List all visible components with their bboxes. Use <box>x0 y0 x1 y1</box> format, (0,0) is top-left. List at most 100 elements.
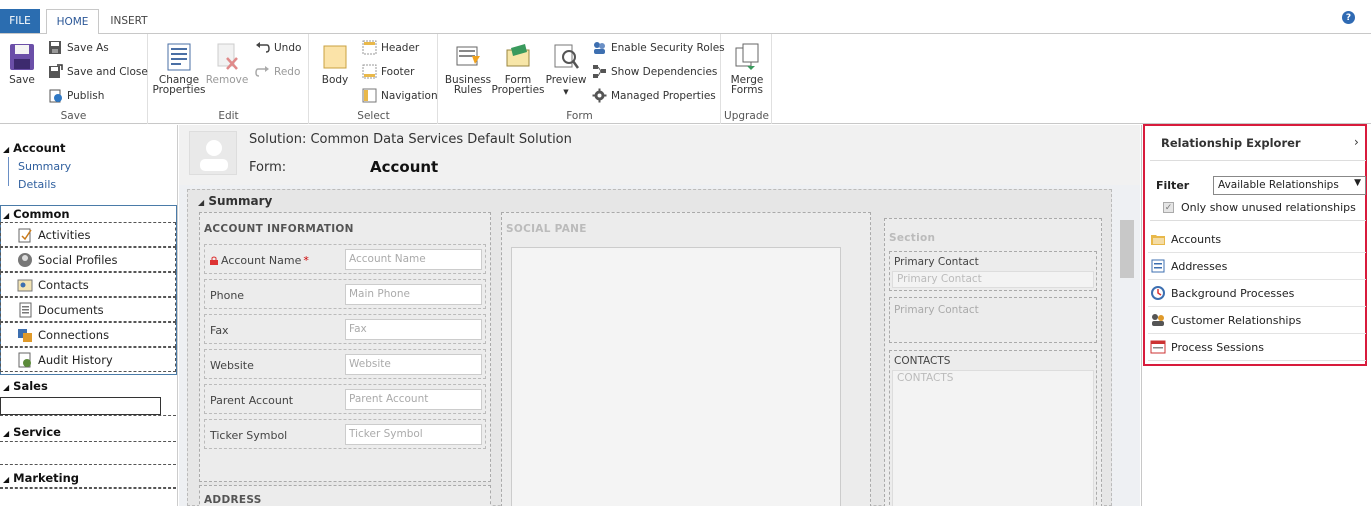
address-section[interactable]: ADDRESS <box>199 485 491 506</box>
avatar-icon <box>200 140 228 171</box>
website-input[interactable]: Website <box>345 354 482 375</box>
gear-icon <box>592 88 607 103</box>
fax-field[interactable]: Fax Fax <box>204 314 486 344</box>
form-header[interactable]: Solution: Common Data Services Default S… <box>179 125 1140 185</box>
remove-icon <box>217 43 238 70</box>
parent-account-field[interactable]: Parent Account Parent Account <box>204 384 486 414</box>
collapse-triangle-icon: ◢ <box>198 198 205 207</box>
only-unused-checkbox-row[interactable]: ✓ Only show unused relationships <box>1163 201 1356 214</box>
nav-item-label: Social Profiles <box>38 252 118 267</box>
primary-contact-label: Primary Contact <box>894 256 979 268</box>
account-name-label: Account Name <box>221 254 302 267</box>
navigation-button[interactable]: Navigation <box>362 88 438 103</box>
chevron-right-icon[interactable]: › <box>1354 135 1359 149</box>
social-pane-section[interactable]: SOCIAL PANE <box>501 212 871 506</box>
nav-common-label: Common <box>13 207 70 221</box>
form-properties-button[interactable]: Form Properties <box>491 42 545 95</box>
tab-home[interactable]: HOME <box>46 9 99 34</box>
save-as-button[interactable]: Save As <box>48 40 109 55</box>
phone-input[interactable]: Main Phone <box>345 284 482 305</box>
managed-properties-button[interactable]: Managed Properties <box>592 88 716 103</box>
relationship-item-background-processes[interactable]: Background Processes <box>1148 280 1366 307</box>
summary-tab[interactable]: ◢ Summary ACCOUNT INFORMATION Account Na… <box>187 189 1112 506</box>
help-icon[interactable]: ? <box>1342 11 1355 24</box>
redo-button[interactable]: Redo <box>255 64 300 79</box>
nav-details-link[interactable]: Details <box>18 178 56 191</box>
phone-label: Phone <box>210 289 245 302</box>
nav-common-header[interactable]: ◢ Common <box>3 207 70 221</box>
tab-file[interactable]: FILE <box>0 9 40 33</box>
business-rules-label-2: Rules <box>453 84 483 96</box>
account-name-field[interactable]: Account Name * Account Name <box>204 244 486 274</box>
merge-forms-button[interactable]: Merge Forms <box>726 42 768 95</box>
save-and-close-button[interactable]: Save and Close <box>48 64 148 79</box>
header-button[interactable]: Header <box>362 40 419 55</box>
edit-group-label: Edit <box>218 110 239 122</box>
form-canvas: Solution: Common Data Services Default S… <box>179 125 1140 506</box>
business-rules-button[interactable]: Business Rules <box>445 42 491 95</box>
show-dependencies-button[interactable]: Show Dependencies <box>592 64 717 79</box>
contact-section[interactable]: Section Primary Contact Primary Contact … <box>884 218 1102 506</box>
change-properties-button[interactable]: Change Properties <box>152 42 206 95</box>
address-title: ADDRESS <box>204 494 262 506</box>
undo-button[interactable]: Undo <box>255 40 301 55</box>
parent-account-input[interactable]: Parent Account <box>345 389 482 410</box>
primary-contact-input[interactable]: Primary Contact <box>892 271 1094 288</box>
footer-button[interactable]: Footer <box>362 64 414 79</box>
account-information-section[interactable]: ACCOUNT INFORMATION Account Name * Accoun… <box>199 212 491 482</box>
nav-item-contacts[interactable]: Contacts <box>0 272 176 297</box>
nav-account-header[interactable]: ◢ Account <box>3 141 65 155</box>
relationship-item-customer-relationships[interactable]: Customer Relationships <box>1148 307 1366 334</box>
remove-button[interactable]: Remove <box>206 42 248 85</box>
publish-label: Publish <box>67 89 105 102</box>
preview-dropdown-icon[interactable]: ▼ <box>563 87 568 97</box>
contacts-subgrid[interactable]: CONTACTS CONTACTS <box>889 350 1097 506</box>
nav-divider <box>0 443 176 465</box>
relationship-item-addresses[interactable]: Addresses <box>1148 253 1366 280</box>
filter-select[interactable]: Available Relationships ▼ <box>1213 176 1366 195</box>
nav-summary-link[interactable]: Summary <box>18 160 71 173</box>
tab-insert[interactable]: INSERT <box>104 9 154 33</box>
nav-sales-header[interactable]: ◢ Sales <box>3 379 48 393</box>
nav-item-social-profiles[interactable]: Social Profiles <box>0 247 176 272</box>
form-editor-app: FILE HOME INSERT ? Save Save As Save and… <box>0 0 1371 506</box>
account-name-input[interactable]: Account Name <box>345 249 482 270</box>
business-rules-icon <box>456 46 480 66</box>
relationship-item-process-sessions[interactable]: Process Sessions <box>1148 334 1366 361</box>
nav-divider <box>0 394 176 416</box>
enable-security-roles-button[interactable]: Enable Security Roles <box>592 40 725 55</box>
save-group-label: Save <box>60 110 87 122</box>
summary-tab-title: ◢ Summary <box>198 194 272 208</box>
publish-button[interactable]: Publish <box>48 88 104 103</box>
parent-account-label: Parent Account <box>210 394 294 407</box>
nav-item-connections[interactable]: Connections <box>0 322 176 347</box>
body-button[interactable]: Body <box>320 42 350 85</box>
primary-contact-card-label: Primary Contact <box>894 304 979 316</box>
primary-contact-field[interactable]: Primary Contact Primary Contact <box>889 251 1097 291</box>
relationship-label: Process Sessions <box>1171 340 1264 354</box>
address-book-icon <box>1151 259 1165 273</box>
preview-button[interactable]: Preview ▼ <box>545 42 587 97</box>
ticker-symbol-input[interactable]: Ticker Symbol <box>345 424 482 445</box>
save-as-icon <box>49 41 61 54</box>
fax-input[interactable]: Fax <box>345 319 482 340</box>
phone-field[interactable]: Phone Main Phone <box>204 279 486 309</box>
field-label: Account Name * <box>210 254 309 267</box>
ribbon: Save Save As Save and Close Publish Save… <box>0 33 1371 124</box>
merge-forms-icon <box>735 43 759 70</box>
nav-item-audit-history[interactable]: Audit History <box>0 347 176 372</box>
social-pane-placeholder <box>511 247 841 506</box>
nav-item-documents[interactable]: Documents <box>0 297 176 322</box>
relationship-item-accounts[interactable]: Accounts <box>1148 226 1366 253</box>
header-label: Header <box>381 41 420 54</box>
save-as-label: Save As <box>67 41 109 54</box>
checkbox-icon[interactable]: ✓ <box>1163 202 1174 213</box>
canvas-scrollbar-thumb[interactable] <box>1120 220 1134 278</box>
section-title: Section <box>889 232 936 244</box>
website-field[interactable]: Website Website <box>204 349 486 379</box>
security-roles-icon <box>594 42 605 54</box>
ticker-symbol-field[interactable]: Ticker Symbol Ticker Symbol <box>204 419 486 449</box>
nav-item-activities[interactable]: Activities <box>0 222 176 247</box>
primary-contact-card[interactable]: Primary Contact <box>889 297 1097 343</box>
save-button[interactable]: Save <box>6 42 38 85</box>
